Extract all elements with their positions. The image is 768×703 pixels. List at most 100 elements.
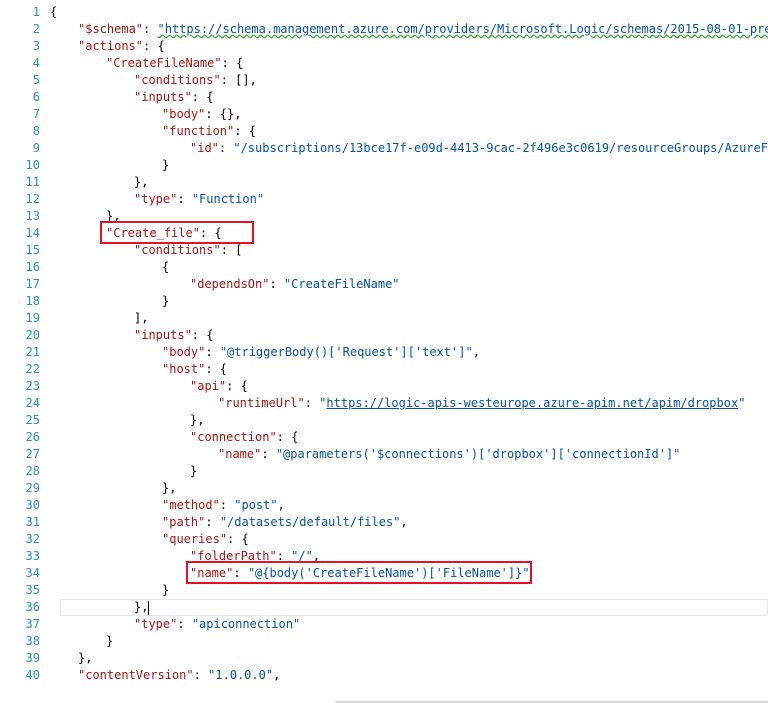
code-line[interactable]: 16 { — [0, 259, 170, 276]
json-key: "runtimeUrl" — [218, 396, 305, 410]
code-line[interactable]: 24 "runtimeUrl": "https://logic-apis-west… — [0, 395, 746, 412]
punctuation: : { — [191, 90, 214, 104]
code-text: } — [50, 293, 169, 310]
code-line[interactable]: 29}, — [0, 480, 177, 497]
code-line[interactable]: 12 "type": "Function" — [0, 191, 265, 208]
url-link[interactable]: "https://schema.management.azure.com/pro… — [157, 22, 768, 36]
line-number: 17 — [25, 277, 40, 291]
json-key: "method" — [162, 498, 220, 512]
code-line[interactable]: 22 "host": { — [0, 361, 228, 378]
json-string: "apiconnection" — [191, 617, 301, 631]
json-key: "path" — [162, 515, 206, 529]
punctuation: }, — [78, 651, 93, 665]
code-line[interactable]: 6 "inputs": { — [0, 89, 214, 106]
json-string: "/subscriptions/13bce17f-e09d-4413-9cac-… — [233, 141, 768, 155]
punctuation: : { — [227, 532, 249, 546]
code-line[interactable]: 36}, — [0, 599, 150, 616]
punctuation: : [ — [220, 243, 243, 257]
code-text: "connection": { — [50, 429, 298, 446]
code-text: }, — [50, 174, 148, 191]
current-line-indicator — [60, 599, 768, 616]
code-line[interactable]: 19], — [0, 310, 149, 327]
text-cursor — [148, 600, 150, 615]
code-text: "type": "Function" — [50, 191, 264, 208]
code-line[interactable]: 1{ — [0, 4, 57, 21]
line-number: 31 — [25, 515, 40, 529]
punctuation: : { — [143, 39, 165, 53]
line-number: 39 — [25, 651, 40, 665]
code-line[interactable]: 11}, — [0, 174, 149, 191]
code-text: "CreateFileName": { — [50, 55, 243, 72]
code-line[interactable]: 37 "type": "apiconnection" — [0, 616, 301, 633]
line-number: 12 — [25, 192, 40, 206]
json-key: "body" — [162, 345, 206, 359]
line-number: 23 — [25, 379, 40, 393]
code-line[interactable]: 28} — [0, 463, 198, 480]
json-key: "$schema" — [78, 22, 144, 36]
line-number: 35 — [25, 583, 40, 597]
code-line[interactable]: 27 "name": "@parameters('$connections')['… — [0, 446, 681, 463]
punctuation: , — [277, 498, 285, 512]
punctuation: }, — [134, 175, 149, 189]
line-number: 32 — [25, 532, 40, 546]
code-text: "path": "/datasets/default/files", — [50, 514, 408, 531]
line-number: 34 — [25, 566, 40, 580]
code-text: "inputs": { — [50, 89, 213, 106]
code-line[interactable]: 9 "id": "/subscriptions/13bce17f-e09d-441… — [0, 140, 768, 157]
code-line[interactable]: 7 "body": {}, — [0, 106, 242, 123]
code-line[interactable]: 26 "connection": { — [0, 429, 299, 446]
code-line[interactable]: 30 "method": "post", — [0, 497, 285, 514]
json-string: "1.0.0.0" — [208, 668, 274, 682]
code-line[interactable]: 21 "body": "@triggerBody()['Request']['te… — [0, 344, 480, 361]
code-line[interactable]: 23 "api": { — [0, 378, 248, 395]
url-link[interactable]: https://logic-apis-westeurope.azure-apim… — [326, 396, 738, 410]
punctuation: : — [205, 515, 220, 529]
code-text: "api": { — [50, 378, 248, 395]
code-line[interactable]: 40 "contentVersion": "1.0.0.0", — [0, 667, 281, 684]
punctuation: : { — [276, 430, 299, 444]
line-number: 22 — [25, 362, 40, 376]
punctuation: } — [190, 464, 198, 478]
code-line[interactable]: 32 "queries": { — [0, 531, 249, 548]
code-text: { — [50, 4, 57, 21]
punctuation: , — [400, 515, 408, 529]
json-key: "conditions" — [134, 243, 221, 257]
json-string: "/datasets/default/files" — [219, 515, 401, 529]
code-line[interactable]: 35} — [0, 582, 170, 599]
code-line[interactable]: 5 "conditions": [], — [0, 72, 257, 89]
code-text: "function": { — [50, 123, 256, 140]
code-line[interactable]: 39}, — [0, 650, 93, 667]
code-editor[interactable]: 1{2 "$schema": "https://schema.management… — [0, 0, 768, 703]
code-line[interactable]: 31 "path": "/datasets/default/files", — [0, 514, 408, 531]
line-number: 28 — [25, 464, 40, 478]
punctuation: : — [143, 22, 158, 36]
code-text: "name": "@parameters('$connections')['dr… — [50, 446, 680, 463]
punctuation: , — [273, 668, 281, 682]
line-number: 13 — [25, 209, 40, 223]
code-line[interactable]: 25}, — [0, 412, 205, 429]
line-number: 26 — [25, 430, 40, 444]
punctuation: : — [177, 192, 192, 206]
code-text: "method": "post", — [50, 497, 285, 514]
line-number: 18 — [25, 294, 40, 308]
code-line[interactable]: 3 "actions": { — [0, 38, 165, 55]
punctuation: : — [304, 396, 320, 410]
code-line[interactable]: 17 "dependsOn": "CreateFileName" — [0, 276, 400, 293]
punctuation: }, — [162, 481, 177, 495]
code-line[interactable]: 38} — [0, 633, 114, 650]
code-line[interactable]: 15 "conditions": [ — [0, 242, 243, 259]
json-key: "type" — [134, 617, 178, 631]
json-string: "CreateFileName" — [283, 277, 400, 291]
code-line[interactable]: 18} — [0, 293, 170, 310]
code-line[interactable]: 20 "inputs": { — [0, 327, 214, 344]
punctuation: : [], — [220, 73, 257, 87]
code-line[interactable]: 4 "CreateFileName": { — [0, 55, 244, 72]
punctuation: } — [106, 634, 114, 648]
line-number: 30 — [25, 498, 40, 512]
punctuation: : { — [234, 124, 256, 138]
json-key: "inputs" — [134, 90, 192, 104]
code-line[interactable]: 8 "function": { — [0, 123, 256, 140]
code-line[interactable]: 2 "$schema": "https://schema.management.a… — [0, 21, 768, 38]
code-line[interactable]: 10} — [0, 157, 170, 174]
line-number: 37 — [25, 617, 40, 631]
